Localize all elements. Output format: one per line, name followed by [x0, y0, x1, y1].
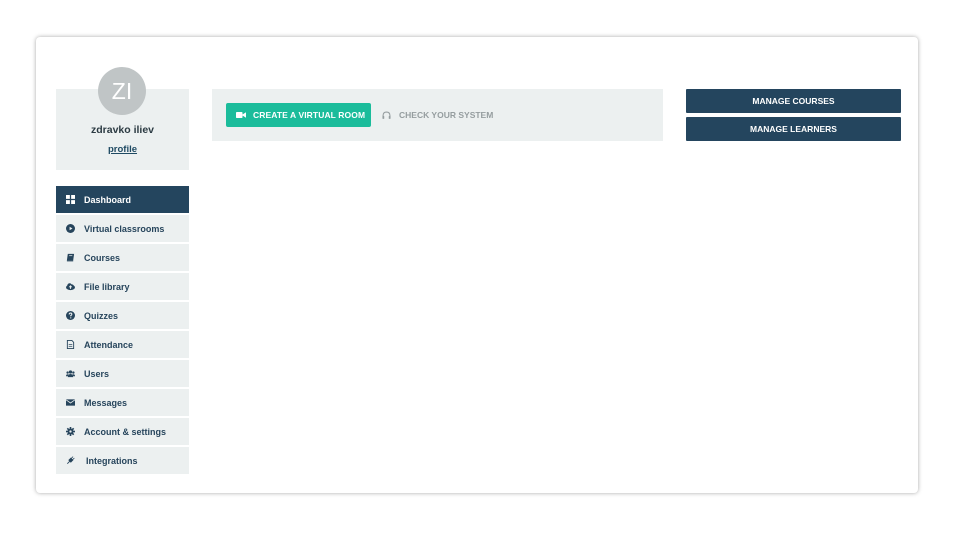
envelope-icon — [66, 398, 75, 407]
sidebar-item-virtual-classrooms[interactable]: Virtual classrooms — [56, 215, 189, 242]
profile-link[interactable]: profile — [56, 144, 189, 155]
sidebar-item-attendance[interactable]: Attendance — [56, 331, 189, 358]
sidebar-item-label: Integrations — [86, 455, 138, 466]
sidebar-item-label: Virtual classrooms — [84, 223, 165, 234]
users-icon — [66, 369, 75, 378]
question-circle-icon — [66, 311, 75, 320]
toolbar: CREATE A VIRTUAL ROOM CHECK YOUR SYSTEM — [212, 89, 663, 141]
sidebar-item-label: Account & settings — [84, 426, 167, 437]
app-window: ZI zdravko iliev profile Dashboard Virtu… — [36, 37, 918, 493]
sidebar-item-messages[interactable]: Messages — [56, 389, 189, 416]
avatar[interactable]: ZI — [98, 67, 146, 115]
sidebar-item-file-library[interactable]: File library — [56, 273, 189, 300]
cloud-upload-icon — [66, 282, 75, 291]
create-virtual-room-button[interactable]: CREATE A VIRTUAL ROOM — [226, 103, 371, 127]
sidebar-item-label: Quizzes — [84, 310, 119, 321]
check-your-system-button[interactable]: CHECK YOUR SYSTEM — [382, 103, 493, 127]
sidebar-item-dashboard[interactable]: Dashboard — [56, 186, 189, 213]
sidebar-item-label: Messages — [84, 397, 128, 408]
gear-icon — [66, 427, 75, 436]
sidebar-item-label: Courses — [84, 252, 121, 263]
book-icon — [66, 253, 75, 262]
sidebar-item-integrations[interactable]: Integrations — [56, 447, 189, 474]
dashboard-icon — [66, 195, 75, 204]
sidebar-item-label: Attendance — [84, 339, 134, 350]
create-virtual-room-label: CREATE A VIRTUAL ROOM — [253, 110, 366, 120]
sidebar-item-label: Dashboard — [84, 194, 132, 205]
check-your-system-label: CHECK YOUR SYSTEM — [399, 110, 494, 120]
plug-icon — [66, 456, 75, 465]
manage-learners-button[interactable]: MANAGE LEARNERS — [686, 117, 901, 141]
document-icon — [66, 340, 75, 349]
sidebar-item-users[interactable]: Users — [56, 360, 189, 387]
sidebar-item-account-settings[interactable]: Account & settings — [56, 418, 189, 445]
sidebar-item-label: File library — [84, 281, 130, 292]
play-circle-icon — [66, 224, 75, 233]
sidebar-item-quizzes[interactable]: Quizzes — [56, 302, 189, 329]
user-name: zdravko iliev — [90, 124, 155, 136]
manage-courses-button[interactable]: MANAGE COURSES — [686, 89, 901, 113]
sidebar-item-courses[interactable]: Courses — [56, 244, 189, 271]
sidebar-item-label: Users — [84, 368, 110, 379]
sidebar-nav: Dashboard Virtual classrooms Courses Fil… — [56, 186, 189, 476]
video-camera-icon — [236, 111, 246, 119]
headphones-icon — [382, 111, 391, 120]
